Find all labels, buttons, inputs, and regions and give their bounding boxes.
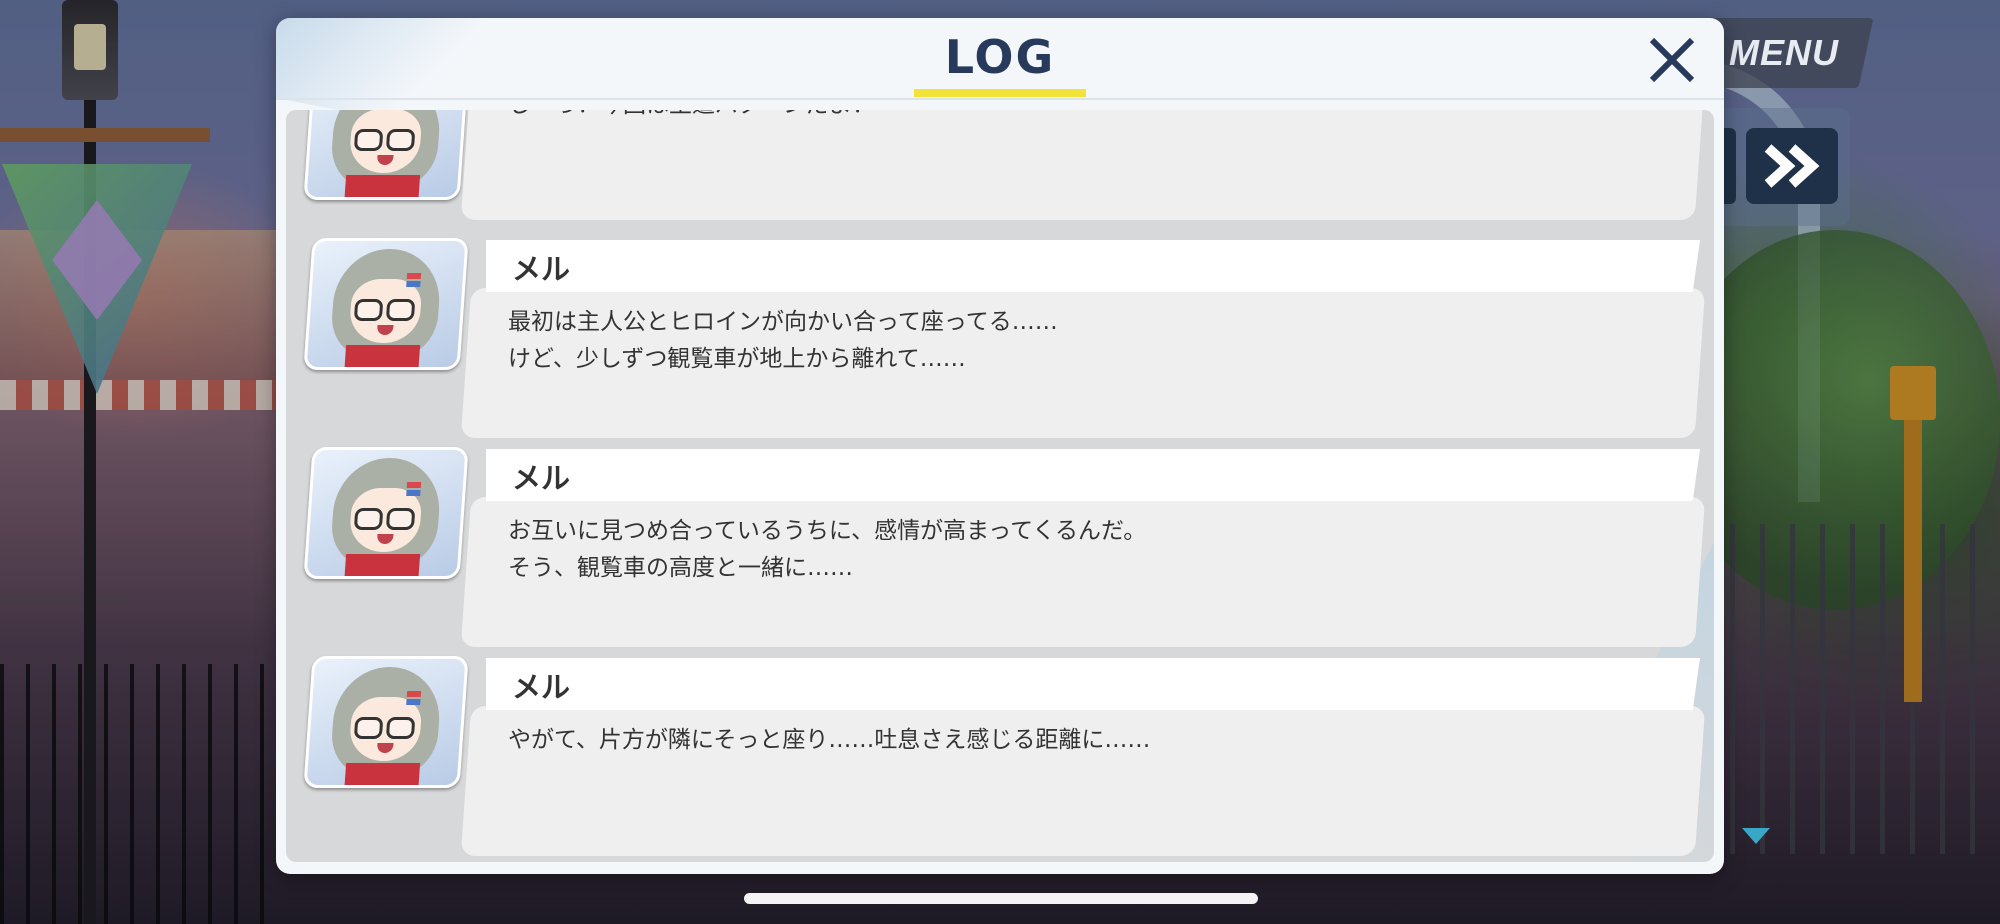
log-entry: メル お互いに見つめ合っているうちに、感情が高まってくるんだ。 そう、観覧車の高…: [286, 447, 1714, 647]
dialogue-text: やがて、片方が隣にそっと座り……吐息さえ感じる距離に……: [508, 722, 1608, 759]
log-entry: メル 最初は主人公とヒロインが向かい合って座ってる…… けど、少しずつ観覧車が地…: [286, 238, 1714, 438]
dialogue-text: 最初は主人公とヒロインが向かい合って座ってる…… けど、少しずつ観覧車が地上から…: [508, 304, 1608, 378]
log-entry: メル やがて、片方が隣にそっと座り……吐息さえ感じる距離に……: [286, 656, 1714, 856]
dialogue-line: やがて、片方が隣にそっと座り……吐息さえ感じる距離に……: [508, 727, 1151, 753]
fast-forward-icon: [1764, 144, 1820, 188]
character-avatar: [303, 447, 469, 579]
log-entry: しーっ！今回は王道パターンだよ！: [286, 110, 1714, 220]
header-divider: [276, 98, 1724, 100]
dialogue-line: お互いに見つめ合っているうちに、感情が高まってくるんだ。: [508, 518, 1147, 544]
log-scroll-area[interactable]: しーっ！今回は王道パターンだよ！ メル 最初は主人公とヒロインが向かい合って座っ…: [286, 110, 1714, 862]
dialogue-box: [460, 110, 1706, 220]
log-title: LOG: [944, 30, 1056, 84]
dialogue-line: 最初は主人公とヒロインが向かい合って座ってる……: [508, 309, 1058, 335]
dialogue-text: お互いに見つめ合っているうちに、感情が高まってくるんだ。 そう、観覧車の高度と一…: [508, 513, 1608, 587]
log-header: LOG: [276, 18, 1724, 98]
dialogue-line: しーっ！今回は王道パターンだよ！: [508, 110, 1608, 124]
speaker-name: メル: [512, 461, 571, 495]
dialogue-line: そう、観覧車の高度と一緒に……: [508, 555, 853, 581]
menu-label: MENU: [1729, 32, 1839, 73]
home-indicator[interactable]: [744, 893, 1258, 904]
speaker-name: メル: [512, 670, 571, 704]
speaker-name: メル: [512, 252, 571, 286]
close-button[interactable]: [1644, 32, 1700, 88]
dialogue-text: しーっ！今回は王道パターンだよ！: [508, 110, 1608, 124]
speaker-name-bar: メル: [486, 449, 1700, 501]
fast-forward-button[interactable]: [1746, 128, 1838, 204]
speaker-name-bar: メル: [486, 240, 1700, 292]
character-avatar: [303, 656, 469, 788]
dialogue-line: けど、少しずつ観覧車が地上から離れて……: [508, 346, 966, 372]
character-avatar: [303, 238, 469, 370]
title-underline: [914, 89, 1086, 97]
log-dialog: LOG しーっ！今回は王道パターンだよ！: [276, 18, 1724, 874]
close-icon: [1649, 37, 1695, 83]
triangle-down-icon[interactable]: [1742, 828, 1770, 844]
character-avatar: [303, 110, 469, 200]
speaker-name-bar: メル: [486, 658, 1700, 710]
